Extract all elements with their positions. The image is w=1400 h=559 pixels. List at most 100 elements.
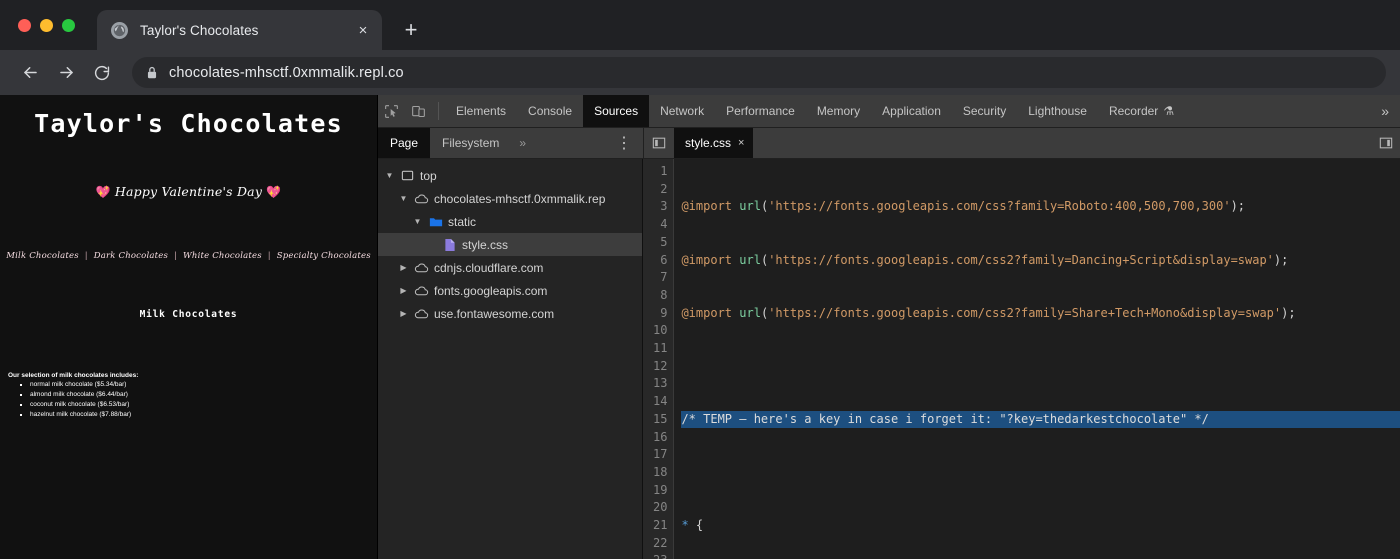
valentine-text: Happy Valentine's Day <box>114 184 263 199</box>
file-navigator[interactable]: ▼ top ▼ chocolates-mhsctf.0xmmalik.rep ▼… <box>378 159 643 559</box>
line-number: 11 <box>653 341 668 356</box>
line-number: 15 <box>653 411 668 426</box>
temp-key-comment: /* TEMP – here's a key in case i forget … <box>681 411 1209 426</box>
chevron-right-icon[interactable]: ▶ <box>398 286 409 295</box>
tab-lighthouse[interactable]: Lighthouse <box>1017 95 1098 127</box>
frame-icon <box>400 169 415 182</box>
window-controls <box>0 19 75 50</box>
heart-icon-right: 💖 <box>266 185 282 199</box>
tree-item-label: use.fontawesome.com <box>434 306 555 321</box>
cloud-icon <box>414 262 429 274</box>
tree-item-label: fonts.googleapis.com <box>434 283 548 298</box>
tree-item-style-css[interactable]: style.css <box>378 233 642 256</box>
nav-separator: | <box>173 251 178 261</box>
show-debugger-icon[interactable] <box>1372 128 1400 158</box>
tab-network[interactable]: Network <box>649 95 715 127</box>
browser-tab[interactable]: Taylor's Chocolates × <box>97 10 382 50</box>
url-text: chocolates-mhsctf.0xmmalik.repl.co <box>169 64 404 81</box>
code-line: @import url('https://fonts.googleapis.co… <box>681 305 1296 320</box>
nav-link-dark[interactable]: Dark Chocolates <box>94 251 168 261</box>
inspect-element-icon[interactable] <box>378 95 405 127</box>
line-number: 2 <box>660 181 668 196</box>
forward-button[interactable] <box>50 57 82 89</box>
tab-recorder-label: Recorder <box>1108 104 1159 118</box>
more-options-icon[interactable]: ⋮ <box>605 128 643 158</box>
tab-performance[interactable]: Performance <box>715 95 806 127</box>
line-number: 21 <box>653 518 668 533</box>
tab-application[interactable]: Application <box>871 95 952 127</box>
line-number: 12 <box>653 358 668 373</box>
line-number: 10 <box>653 323 668 338</box>
selection-block: Our selection of milk chocolates include… <box>8 372 377 420</box>
show-navigator-icon[interactable] <box>644 128 674 158</box>
devtools-subbar: Page Filesystem » ⋮ style.css × <box>378 128 1400 159</box>
tree-item-fontawesome[interactable]: ▶ use.fontawesome.com <box>378 302 642 325</box>
back-button[interactable] <box>14 57 46 89</box>
line-number: 23 <box>653 552 667 559</box>
code-line-highlighted: /* TEMP – here's a key in case i forget … <box>681 410 1400 429</box>
chevron-down-icon[interactable]: ▼ <box>412 217 423 226</box>
nav-link-white[interactable]: White Chocolates <box>183 251 262 261</box>
tab-title: Taylor's Chocolates <box>140 22 259 38</box>
nav-link-milk[interactable]: Milk Chocolates <box>6 251 79 261</box>
close-icon[interactable]: × <box>738 137 744 149</box>
editor-tab-style-css[interactable]: style.css × <box>674 128 754 158</box>
content-split: Taylor's Chocolates 💖 Happy Valentine's … <box>0 95 1400 559</box>
chevron-down-icon[interactable]: ▼ <box>398 194 409 203</box>
minimize-window-button[interactable] <box>40 19 53 32</box>
navigator-overflow-icon[interactable]: » <box>511 128 534 158</box>
line-number: 18 <box>653 464 668 479</box>
code-content[interactable]: @import url('https://fonts.googleapis.co… <box>674 159 1400 559</box>
close-icon[interactable]: × <box>352 19 374 41</box>
nav-link-specialty[interactable]: Specialty Chocolates <box>277 251 371 261</box>
page-viewport: Taylor's Chocolates 💖 Happy Valentine's … <box>0 95 377 559</box>
selection-intro: Our selection of milk chocolates include… <box>8 372 139 379</box>
chevron-down-icon[interactable]: ▼ <box>384 171 395 180</box>
reload-button[interactable] <box>86 57 118 89</box>
chevron-right-icon[interactable]: ▶ <box>398 309 409 318</box>
list-item: normal milk chocolate ($5.34/bar) <box>30 380 377 390</box>
heart-icon-left: 💖 <box>95 185 111 199</box>
code-editor[interactable]: 1 2 3 4 5 6 7 8 9 10 11 12 13 14 15 16 1… <box>643 159 1400 559</box>
line-number: 20 <box>653 500 668 515</box>
tree-item-fonts-googleapis[interactable]: ▶ fonts.googleapis.com <box>378 279 642 302</box>
maximize-window-button[interactable] <box>62 19 75 32</box>
folder-icon <box>428 216 443 228</box>
tab-security[interactable]: Security <box>952 95 1017 127</box>
tab-recorder[interactable]: Recorder ⚗ <box>1098 95 1185 127</box>
code-line: * { <box>681 517 704 532</box>
tab-elements[interactable]: Elements <box>445 95 517 127</box>
line-number: 8 <box>660 287 668 302</box>
file-icon <box>442 238 457 252</box>
list-item: coconut milk chocolate ($6.53/bar) <box>30 400 377 410</box>
lock-icon <box>146 66 158 79</box>
line-number: 16 <box>653 429 668 444</box>
line-number: 19 <box>653 482 668 497</box>
tree-item-top[interactable]: ▼ top <box>378 164 642 187</box>
tab-page[interactable]: Page <box>378 128 431 158</box>
nav-separator: | <box>84 251 88 261</box>
address-bar[interactable]: chocolates-mhsctf.0xmmalik.repl.co <box>132 57 1386 88</box>
panels-overflow-icon[interactable]: » <box>1370 95 1400 127</box>
device-toolbar-icon[interactable] <box>405 95 432 127</box>
tab-filesystem[interactable]: Filesystem <box>430 128 511 158</box>
navigator-tabs: Page Filesystem » ⋮ <box>378 128 643 158</box>
chevron-right-icon[interactable]: ▶ <box>398 263 409 272</box>
devtools-tabbar: Elements Console Sources Network Perform… <box>378 95 1400 128</box>
tree-item-cdnjs[interactable]: ▶ cdnjs.cloudflare.com <box>378 256 642 279</box>
line-number: 13 <box>653 376 668 391</box>
list-item: almond milk chocolate ($6.44/bar) <box>30 390 377 400</box>
line-number: 7 <box>660 270 668 285</box>
line-number: 14 <box>653 394 668 409</box>
line-number: 1 <box>660 164 668 178</box>
close-window-button[interactable] <box>18 19 31 32</box>
tree-item-static[interactable]: ▼ static <box>378 210 642 233</box>
tab-sources[interactable]: Sources <box>583 95 650 127</box>
tree-item-origin[interactable]: ▼ chocolates-mhsctf.0xmmalik.rep <box>378 187 642 210</box>
tab-memory[interactable]: Memory <box>806 95 871 127</box>
tab-console[interactable]: Console <box>517 95 583 127</box>
cloud-icon <box>414 193 429 205</box>
tree-item-label: chocolates-mhsctf.0xmmalik.rep <box>434 191 606 206</box>
new-tab-button[interactable]: + <box>396 15 426 45</box>
